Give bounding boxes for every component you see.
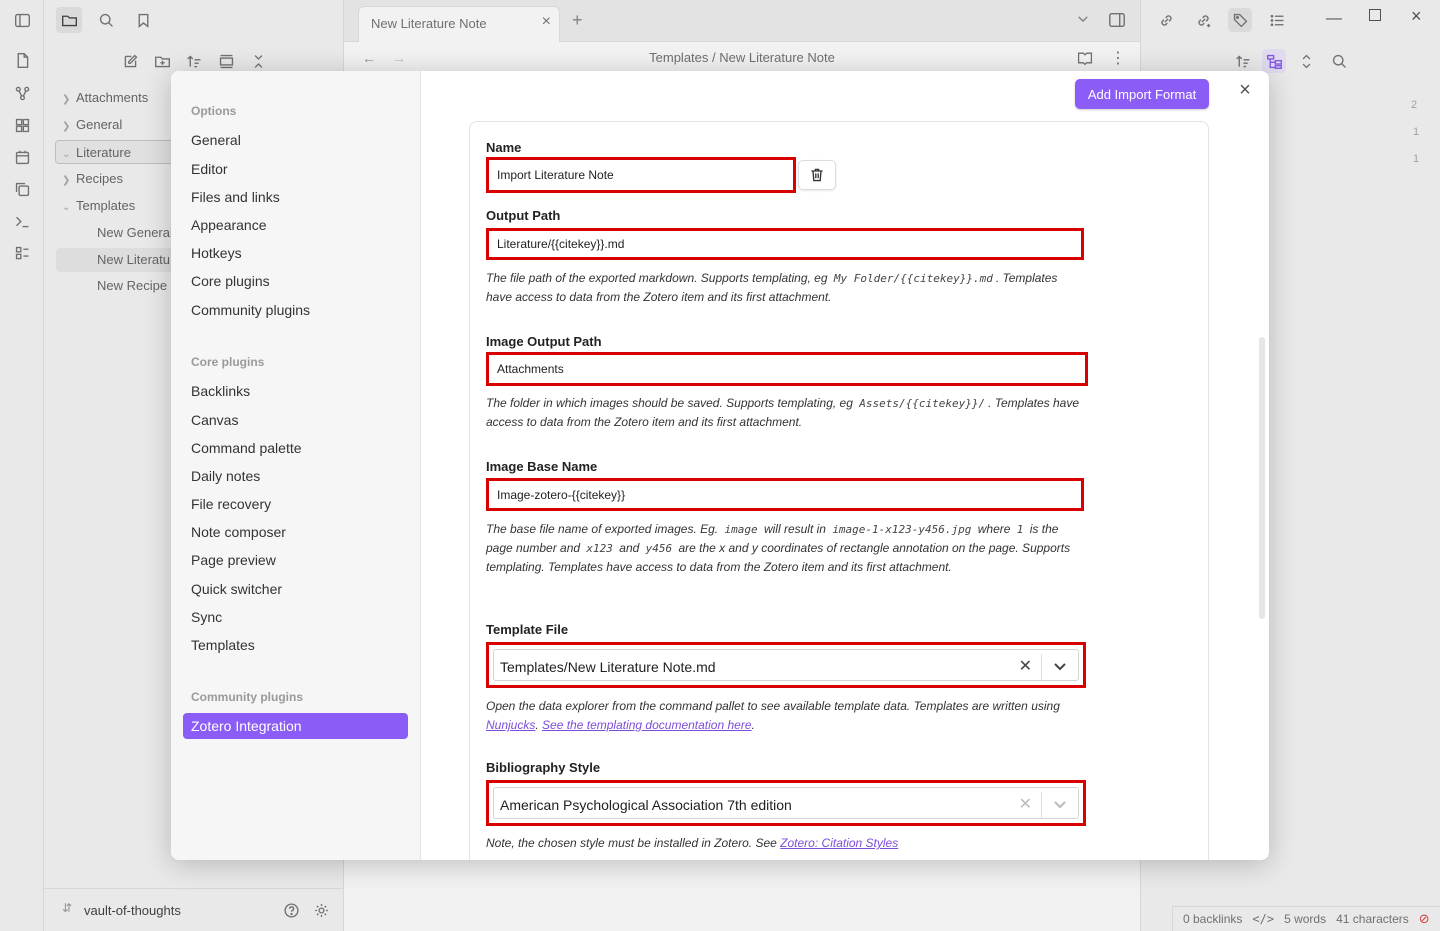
modal-close-icon[interactable]: × <box>1233 79 1257 103</box>
output-path-label: Output Path <box>486 208 561 223</box>
nav-item-hotkeys[interactable]: Hotkeys <box>191 245 242 261</box>
nav-heading-community-plugins: Community plugins <box>191 690 303 704</box>
settings-modal: Options General Editor Files and links A… <box>171 71 1269 860</box>
bibliography-style-value: American Psychological Association 7th e… <box>500 797 792 813</box>
nav-item-templates[interactable]: Templates <box>191 637 255 653</box>
settings-nav: Options General Editor Files and links A… <box>171 71 421 860</box>
nav-item-core-plugins[interactable]: Core plugins <box>191 273 270 289</box>
nav-item-note-composer[interactable]: Note composer <box>191 524 286 540</box>
name-label: Name <box>486 140 522 155</box>
nav-heading-core-plugins: Core plugins <box>191 355 265 369</box>
nav-item-page-preview[interactable]: Page preview <box>191 552 276 568</box>
nav-item-zotero-integration[interactable]: Zotero Integration <box>183 713 408 739</box>
nunjucks-link[interactable]: Nunjucks <box>486 718 535 732</box>
template-file-value: Templates/New Literature Note.md <box>500 659 716 675</box>
template-file-label: Template File <box>486 622 569 637</box>
add-import-format-button[interactable]: Add Import Format <box>1075 79 1209 109</box>
nav-item-appearance[interactable]: Appearance <box>191 217 267 233</box>
citation-styles-link[interactable]: Zotero: Citation Styles <box>780 836 898 850</box>
image-base-name-description: The base file name of exported images. E… <box>486 522 1071 574</box>
delete-format-button[interactable] <box>798 160 836 190</box>
nav-item-files-and-links[interactable]: Files and links <box>191 189 280 205</box>
clear-icon[interactable]: ✕ <box>1019 794 1032 814</box>
template-file-select[interactable]: Templates/New Literature Note.md ✕ <box>486 642 1086 688</box>
select-control: Templates/New Literature Note.md ✕ <box>493 649 1079 681</box>
nav-item-community-plugins[interactable]: Community plugins <box>191 302 310 318</box>
trash-icon <box>811 168 823 182</box>
scrollbar-thumb[interactable] <box>1259 337 1265 619</box>
nav-item-daily-notes[interactable]: Daily notes <box>191 468 260 484</box>
nav-item-general[interactable]: General <box>191 132 241 148</box>
name-input[interactable] <box>486 157 796 193</box>
nav-item-file-recovery[interactable]: File recovery <box>191 496 271 512</box>
nav-item-quick-switcher[interactable]: Quick switcher <box>191 581 282 597</box>
bibliography-style-select[interactable]: American Psychological Association 7th e… <box>486 780 1086 826</box>
chevron-down-icon[interactable] <box>1050 794 1070 814</box>
image-base-name-input[interactable] <box>486 478 1084 511</box>
nav-item-sync[interactable]: Sync <box>191 609 222 625</box>
image-output-path-label: Image Output Path <box>486 334 602 349</box>
nav-item-canvas[interactable]: Canvas <box>191 412 238 428</box>
image-base-name-label: Image Base Name <box>486 459 598 474</box>
nav-item-editor[interactable]: Editor <box>191 161 228 177</box>
template-file-description: Open the data explorer from the command … <box>486 699 1060 732</box>
chevron-down-icon[interactable] <box>1050 656 1070 676</box>
bibliography-style-label: Bibliography Style <box>486 760 601 775</box>
image-output-path-input[interactable] <box>486 352 1088 386</box>
nav-item-command-palette[interactable]: Command palette <box>191 440 302 456</box>
import-format-card: Name Output Path The file path of the ex… <box>469 121 1209 860</box>
clear-icon[interactable]: ✕ <box>1019 656 1032 676</box>
templating-docs-link[interactable]: See the templating documentation here <box>542 718 751 732</box>
settings-content: Add Import Format × Name Output Path The… <box>421 71 1269 860</box>
output-path-description: The file path of the exported markdown. … <box>486 271 1058 304</box>
image-output-path-description: The folder in which images should be sav… <box>486 396 1080 429</box>
select-separator <box>1041 792 1042 818</box>
select-separator <box>1041 654 1042 680</box>
bibliography-style-description: Note, the chosen style must be installed… <box>486 836 899 850</box>
nav-item-backlinks[interactable]: Backlinks <box>191 383 250 399</box>
output-path-input[interactable] <box>486 228 1084 260</box>
nav-heading-options: Options <box>191 104 237 118</box>
select-control: American Psychological Association 7th e… <box>493 787 1079 819</box>
